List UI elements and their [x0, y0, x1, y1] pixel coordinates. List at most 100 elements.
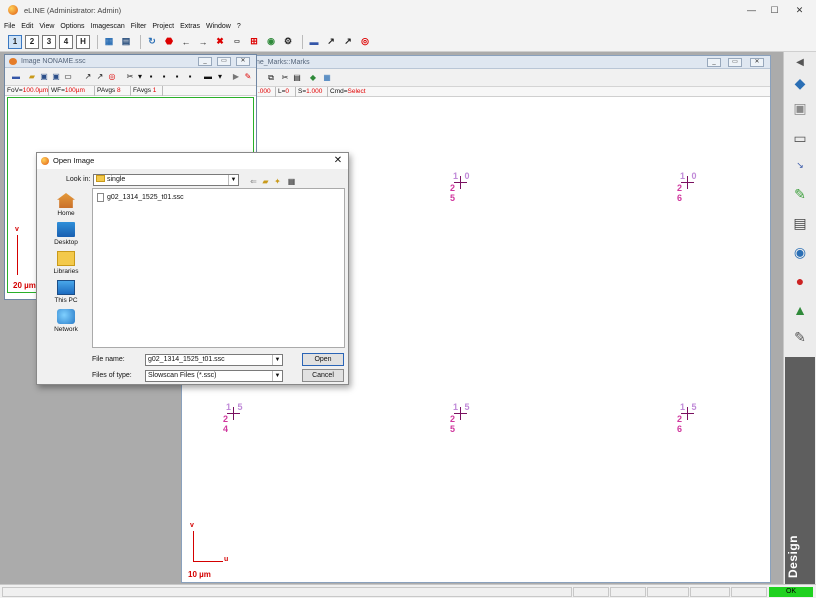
file-list[interactable]: g02_1314_1525_t01.ssc — [92, 188, 345, 348]
new-folder-icon[interactable]: ✦ — [272, 176, 283, 187]
filter-4-icon[interactable]: ▪ — [185, 72, 195, 82]
menu-extras[interactable]: Extras — [180, 23, 200, 30]
design-panel-tab[interactable]: Design — [785, 357, 815, 584]
image-restore-button[interactable]: ▭ — [217, 57, 231, 66]
chevron-down-icon[interactable]: ▼ — [272, 355, 282, 365]
globe-icon[interactable]: ◉ — [264, 35, 278, 49]
play-icon[interactable]: ▶ — [231, 72, 241, 82]
place-home[interactable]: Home — [42, 193, 90, 217]
view-1-button[interactable]: 1 — [8, 34, 22, 49]
place-libraries[interactable]: Libraries — [42, 251, 90, 275]
dropdown-icon[interactable]: ▾ — [215, 72, 225, 82]
menu-imagescan[interactable]: Imagescan — [91, 23, 125, 30]
world-settings-icon[interactable]: ◉ — [790, 243, 810, 261]
design-restore-button[interactable]: ▭ — [728, 58, 742, 67]
settings-gear-icon[interactable]: ⚙ — [281, 35, 295, 49]
menu-project[interactable]: Project — [152, 23, 174, 30]
menu-window[interactable]: Window — [206, 23, 231, 30]
menu-filter[interactable]: Filter — [131, 23, 147, 30]
alignment-mark[interactable]: 1 0 2 6 — [676, 171, 706, 203]
view-4-button[interactable]: 4 — [59, 34, 73, 49]
measure-icon[interactable]: ↗ — [324, 35, 338, 49]
view-3-button[interactable]: 3 — [42, 34, 56, 49]
minimize-button[interactable]: — — [740, 0, 763, 20]
view-menu-icon[interactable]: ▦ — [286, 176, 297, 187]
alignment-mark[interactable]: 1 5 2 4 — [222, 402, 252, 434]
pen-tool-icon[interactable]: ✎ — [790, 185, 810, 203]
wrench-icon[interactable]: ✎ — [790, 328, 810, 346]
chevron-down-icon[interactable]: ▼ — [272, 371, 282, 381]
menu-file[interactable]: File — [4, 23, 15, 30]
design-window-title[interactable]: ne_Marks::Marks — [182, 56, 770, 69]
monitor-icon[interactable]: ▭ — [790, 129, 810, 147]
toolbox-icon[interactable]: ▬ — [307, 35, 321, 49]
menu-options[interactable]: Options — [60, 23, 84, 30]
open-folder-icon[interactable]: ▰ — [27, 72, 37, 82]
collapse-arrow-icon[interactable]: ◀ — [790, 54, 810, 72]
dropdown-icon[interactable]: ▾ — [135, 72, 145, 82]
menu-view[interactable]: View — [39, 23, 54, 30]
up-folder-icon[interactable]: ▰ — [260, 176, 271, 187]
design-minimize-button[interactable]: _ — [707, 58, 721, 67]
alignment-mark[interactable]: 1 5 2 5 — [449, 402, 479, 434]
xy-uv-icon[interactable]: ↘ — [790, 156, 810, 174]
back-icon[interactable]: ⇐ — [248, 176, 259, 187]
grid-icon[interactable]: ▦ — [322, 73, 332, 83]
user-icon[interactable]: ● — [790, 272, 810, 290]
image-minimize-button[interactable]: _ — [198, 57, 212, 66]
lifebuoy-icon[interactable]: ◎ — [358, 35, 372, 49]
add-red-icon[interactable]: ⊞ — [247, 35, 261, 49]
dialog-title-bar[interactable]: Open Image ✕ — [37, 153, 348, 169]
filter-3-icon[interactable]: ▪ — [172, 72, 182, 82]
back-arrow-icon[interactable]: ← — [179, 35, 193, 49]
view-h-button[interactable]: H — [76, 34, 90, 49]
place-network[interactable]: Network — [42, 309, 90, 333]
filter-1-icon[interactable]: ▪ — [146, 72, 156, 82]
display-icon[interactable]: ▬ — [203, 72, 213, 82]
dialog-close-button[interactable]: ✕ — [331, 153, 345, 169]
maximize-button[interactable]: ☐ — [763, 0, 786, 20]
design-close-button[interactable]: ✕ — [750, 58, 764, 67]
flag-icon[interactable]: ▲ — [790, 301, 810, 319]
cube-icon[interactable]: ▣ — [790, 99, 810, 117]
pen-icon[interactable]: ✎ — [243, 72, 253, 82]
filter-2-icon[interactable]: ▪ — [159, 72, 169, 82]
measure-icon[interactable]: ↗ — [95, 72, 105, 82]
refresh-icon[interactable]: ↻ — [145, 35, 159, 49]
place-this-pc[interactable]: This PC — [42, 280, 90, 304]
forward-arrow-icon[interactable]: → — [196, 35, 210, 49]
layer-icon[interactable]: ◆ — [308, 73, 318, 83]
ruler-icon[interactable]: ↗ — [83, 72, 93, 82]
file-item[interactable]: g02_1314_1525_t01.ssc — [97, 193, 184, 202]
image-close-button[interactable]: ✕ — [236, 57, 250, 66]
chevron-down-icon[interactable]: ▼ — [228, 175, 238, 185]
cancel-button[interactable]: Cancel — [302, 369, 344, 382]
printer-icon[interactable]: ▤ — [790, 214, 810, 232]
menu-help[interactable]: ? — [237, 23, 241, 30]
align-icon[interactable]: ↗ — [341, 35, 355, 49]
stop-icon[interactable]: ⬣ — [162, 35, 176, 49]
menu-edit[interactable]: Edit — [21, 23, 33, 30]
frame-icon[interactable]: ▭ — [63, 72, 73, 82]
look-in-combo[interactable]: single ▼ — [93, 174, 239, 186]
grid-view-icon[interactable]: ▦ — [102, 35, 116, 49]
help-icon[interactable]: ◎ — [107, 72, 117, 82]
tools-icon[interactable]: ✂ — [125, 72, 135, 82]
close-button[interactable]: ✕ — [788, 0, 811, 20]
file-type-select[interactable]: Slowscan Files (*.ssc) ▼ — [145, 370, 283, 382]
alignment-mark[interactable]: 1 0 2 5 — [449, 171, 479, 203]
cut-icon[interactable]: ✂ — [280, 73, 290, 83]
view-2-button[interactable]: 2 — [25, 34, 39, 49]
new-image-icon[interactable]: ▬ — [11, 72, 21, 82]
scale-icon[interactable]: ▭ — [230, 35, 244, 49]
panel-view-icon[interactable]: ▤ — [119, 35, 133, 49]
file-name-input[interactable]: g02_1314_1525_t01.ssc ▼ — [145, 354, 283, 366]
save-icon[interactable]: ▣ — [39, 72, 49, 82]
shapes-icon[interactable]: ◆ — [790, 74, 810, 92]
place-desktop[interactable]: Desktop — [42, 222, 90, 246]
save-as-icon[interactable]: ▣ — [51, 72, 61, 82]
copy-icon[interactable]: ⧉ — [266, 73, 276, 83]
cancel-cross-icon[interactable]: ✖ — [213, 35, 227, 49]
alignment-mark[interactable]: 1 5 2 6 — [676, 402, 706, 434]
open-button[interactable]: Open — [302, 353, 344, 366]
